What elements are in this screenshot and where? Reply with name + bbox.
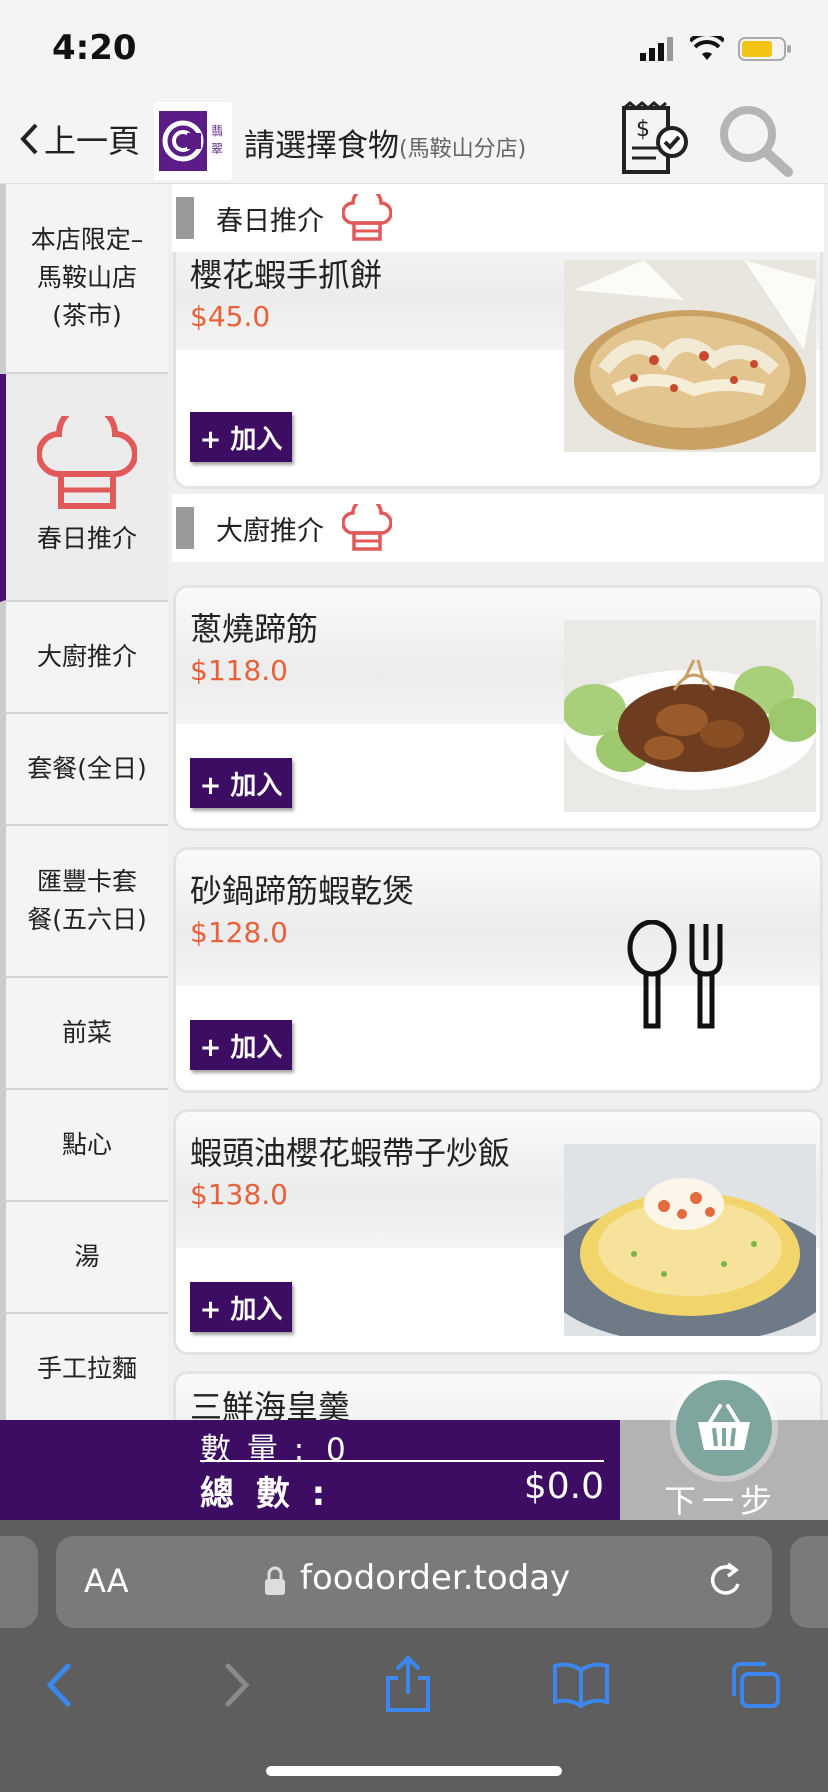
- food-image-fried-rice: [564, 1144, 816, 1336]
- section-bar: [176, 507, 194, 549]
- battery-icon: [738, 37, 791, 61]
- svg-text:翠: 翠: [211, 142, 223, 156]
- add-button[interactable]: + 加入: [190, 758, 292, 808]
- sidebar-item-label: 手工拉麵: [36, 1354, 137, 1383]
- app-header: 上一頁 翡 翠 請選擇食物(馬鞍山分店) $: [0, 96, 828, 184]
- sidebar-item-soup[interactable]: 湯: [0, 1202, 168, 1314]
- quantity-label: 數 量 :: [200, 1432, 308, 1468]
- sidebar-item-appetizer[interactable]: 前菜: [0, 978, 168, 1090]
- page-title-text: 請選擇食物: [244, 128, 399, 164]
- menu-item-name: 三鮮海皇羹: [190, 1388, 351, 1420]
- share-icon[interactable]: [384, 1654, 432, 1714]
- cart-summary: 數 量 : 0 總 數 : $0.0: [0, 1420, 620, 1520]
- wifi-icon: [690, 36, 724, 60]
- home-indicator: [266, 1766, 562, 1776]
- chef-hat-icon: [37, 416, 137, 509]
- browser-toolbar: [0, 1650, 828, 1750]
- add-button[interactable]: + 加入: [190, 1282, 292, 1332]
- food-image-braised-tendon: [564, 620, 816, 812]
- sidebar-item-label: 點心: [61, 1130, 112, 1159]
- menu-item-price: $138.0: [190, 1178, 288, 1211]
- tabs-icon[interactable]: [728, 1660, 782, 1710]
- page-title: 請選擇食物(馬鞍山分店): [244, 120, 526, 165]
- sidebar-item-label: 套餐(全日): [27, 754, 147, 783]
- back-arrow-icon[interactable]: [42, 1660, 76, 1710]
- total-value: $0.0: [523, 1466, 604, 1507]
- menu-item-card[interactable]: 櫻花蝦手抓餅 $45.0 + 加入: [176, 214, 820, 486]
- reload-icon[interactable]: [706, 1560, 746, 1602]
- sidebar-item-hsbc-set[interactable]: 匯豐卡套 餐(五六日): [0, 826, 168, 978]
- reader-settings-button[interactable]: AA: [84, 1562, 129, 1600]
- status-time: 4:20: [52, 28, 137, 68]
- sidebar-item-masan-limited[interactable]: 本店限定– 馬鞍山店 (茶市): [0, 184, 168, 374]
- section-header-chef: 大廚推介: [172, 494, 824, 562]
- next-tab[interactable]: [790, 1536, 828, 1628]
- add-button[interactable]: + 加入: [190, 1020, 292, 1070]
- restaurant-logo: 翡 翠: [154, 102, 232, 180]
- food-image-crispy-pancake: [564, 260, 816, 452]
- receipt-icon[interactable]: $: [616, 100, 696, 184]
- bookmarks-icon[interactable]: [552, 1662, 610, 1708]
- svg-text:$: $: [636, 117, 650, 142]
- menu-item-name: 砂鍋蹄筋蝦乾煲: [190, 872, 415, 910]
- category-sidebar: 本店限定– 馬鞍山店 (茶市) 春日推介 大廚推介 套餐(全日) 匯豐卡套 餐(…: [0, 184, 168, 1420]
- sidebar-item-label: 湯: [74, 1242, 100, 1271]
- menu-item-name: 櫻花蝦手抓餅: [190, 256, 383, 294]
- total-label: 總 數 :: [200, 1474, 331, 1514]
- menu-item-price: $118.0: [190, 654, 288, 687]
- status-bar: 4:20: [0, 0, 828, 96]
- sidebar-item-chef-recommend[interactable]: 大廚推介: [0, 602, 168, 714]
- sidebar-item-dimsum[interactable]: 點心: [0, 1090, 168, 1202]
- cart-button[interactable]: [676, 1380, 772, 1476]
- sidebar-item-label: 前菜: [61, 1018, 112, 1047]
- menu-item-price: $45.0: [190, 300, 271, 333]
- quantity-value: 0: [326, 1432, 349, 1468]
- add-button[interactable]: + 加入: [190, 412, 292, 462]
- chef-hat-icon: [342, 504, 392, 551]
- menu-item-name: 蝦頭油櫻花蝦帶子炒飯: [190, 1134, 511, 1172]
- browser-chrome: AA foodorder.today: [0, 1520, 828, 1792]
- sidebar-item-label: 春日推介: [36, 524, 137, 553]
- menu-item-card[interactable]: 蔥燒蹄筋 $118.0 + 加入: [176, 588, 820, 828]
- section-label: 大廚推介: [216, 515, 324, 547]
- menu-item-price: $128.0: [190, 916, 288, 949]
- status-icons: [640, 36, 792, 62]
- chef-hat-icon: [342, 194, 392, 241]
- section-bar: [176, 197, 194, 239]
- back-label: 上一頁: [44, 122, 141, 160]
- sidebar-item-label: 大廚推介: [36, 642, 137, 671]
- sidebar-item-label: 匯豐卡套 餐(五六日): [27, 867, 147, 934]
- chevron-left-icon: [20, 123, 38, 155]
- menu-item-card[interactable]: 砂鍋蹄筋蝦乾煲 $128.0 + 加入: [176, 850, 820, 1090]
- sidebar-item-noodles[interactable]: 手工拉麵: [0, 1314, 168, 1420]
- previous-tab[interactable]: [0, 1536, 38, 1628]
- address-bar[interactable]: AA foodorder.today: [56, 1536, 772, 1628]
- sidebar-item-spring-recommend[interactable]: 春日推介: [0, 374, 168, 602]
- signal-icon: [640, 37, 673, 61]
- forward-arrow-icon[interactable]: [220, 1660, 254, 1710]
- search-icon[interactable]: [716, 102, 796, 184]
- section-label: 春日推介: [216, 205, 324, 237]
- basket-icon: [698, 1404, 750, 1450]
- spoon-fork-icon: [627, 920, 723, 1029]
- branch-name: (馬鞍山分店): [399, 137, 527, 162]
- sidebar-item-set-meal[interactable]: 套餐(全日): [0, 714, 168, 826]
- url-text: foodorder.today: [300, 1558, 571, 1598]
- menu-item-card[interactable]: 蝦頭油櫻花蝦帶子炒飯 $138.0 + 加入: [176, 1112, 820, 1352]
- back-button[interactable]: 上一頁: [18, 116, 140, 162]
- next-step-label: 下一步: [664, 1482, 779, 1520]
- divider: [200, 1460, 604, 1462]
- svg-text:翡: 翡: [211, 124, 223, 138]
- menu-item-name: 蔥燒蹄筋: [190, 610, 319, 648]
- menu-list: 春日推介 櫻花蝦手抓餅 $45.0 + 加入 大廚推介 蔥燒蹄筋 $118.0 …: [168, 184, 828, 1420]
- section-header-spring: 春日推介: [172, 184, 824, 252]
- quantity-display: 數 量 : 0: [200, 1424, 349, 1469]
- lock-icon: [265, 1566, 285, 1595]
- sidebar-item-label: 本店限定– 馬鞍山店 (茶市): [30, 225, 144, 330]
